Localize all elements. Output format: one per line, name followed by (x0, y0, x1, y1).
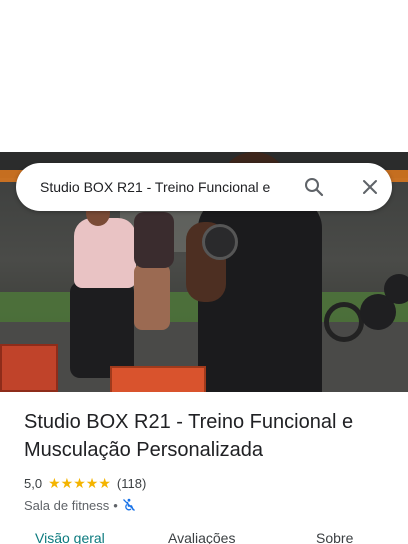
place-category: Sala de fitness (24, 497, 110, 513)
place-name: Studio BOX R21 - Treino Funcional e Musc… (24, 411, 354, 461)
tab-overview[interactable]: Visão geral (35, 530, 105, 544)
tab-reviews[interactable]: Avaliações (168, 530, 235, 544)
rating-stars: ★ ★ ★ ★ ★ (48, 476, 111, 490)
category-row: Sala de fitness • (24, 496, 384, 514)
search-icon[interactable] (302, 175, 326, 199)
photo-person (70, 282, 134, 378)
not-accessible-icon (122, 498, 136, 512)
photo-plyo-box (0, 344, 58, 392)
star-icon: ★ (98, 475, 111, 491)
photo-medicine-ball (384, 274, 408, 304)
photo-person (134, 212, 174, 268)
star-icon: ★ (48, 475, 61, 491)
photo-rope (324, 302, 364, 342)
photo-plyo-box (110, 366, 206, 392)
rating-value: 5,0 (24, 475, 43, 491)
rating-row[interactable]: 5,0 ★ ★ ★ ★ ★ (118) (24, 474, 384, 492)
star-icon: ★ (73, 475, 86, 491)
photo-kettlebell (202, 224, 238, 260)
place-info-panel: Studio BOX R21 - Treino Funcional e Musc… (0, 392, 408, 544)
tab-about[interactable]: Sobre (316, 530, 353, 544)
separator: • (113, 497, 118, 513)
search-bar[interactable]: Studio BOX R21 - Treino Funcional e (16, 163, 392, 211)
review-count[interactable]: (118) (117, 476, 146, 491)
close-icon[interactable] (358, 175, 382, 199)
search-input[interactable]: Studio BOX R21 - Treino Funcional e (40, 179, 288, 195)
star-icon: ★ (85, 475, 99, 491)
star-icon: ★ (60, 475, 74, 491)
photo-person (74, 218, 136, 288)
map-area (0, 0, 408, 152)
photo-person (134, 264, 170, 330)
place-tabs: Visão geral Avaliações Sobre (0, 530, 408, 544)
